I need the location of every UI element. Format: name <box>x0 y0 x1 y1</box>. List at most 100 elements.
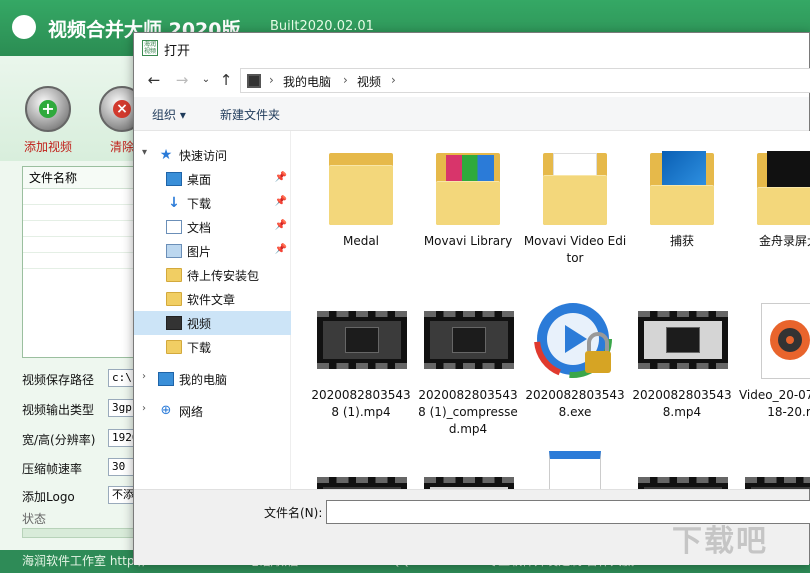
sidebar-item-label: 文档 <box>187 221 212 235</box>
pin-icon: 📌 <box>274 196 287 207</box>
progress-bar <box>22 528 142 538</box>
list-item <box>23 221 141 237</box>
chevron-right-icon[interactable]: › <box>142 371 146 382</box>
file-item-jinzhou-recorder[interactable]: 金舟录屏大 <box>737 145 810 250</box>
dialog-titlebar: 海润 视频 打开 <box>134 33 809 63</box>
logo-label: 添加Logo <box>22 490 75 504</box>
chevron-down-icon[interactable]: ▾ <box>142 147 147 158</box>
sidebar-item-documents[interactable]: 文档 📌 <box>134 215 291 239</box>
list-item[interactable] <box>630 465 734 489</box>
open-file-dialog: 海润 视频 打开 ← → ⌄ ↑ › 我的电脑 › 视频 › 组织 ▾ 新建文件… <box>133 32 810 565</box>
list-item[interactable] <box>416 465 520 489</box>
file-item-capture[interactable]: 捕获 <box>630 145 734 250</box>
breadcrumb-separator-icon: › <box>391 73 396 87</box>
resolution-label: 宽/高(分辨率) <box>22 433 96 447</box>
back-arrow-icon[interactable]: ← <box>144 70 164 90</box>
filename-label: 文件名(N): <box>264 506 323 520</box>
add-video-button[interactable]: + 添加视频 <box>18 86 78 155</box>
navigation-bar: ← → ⌄ ↑ › 我的电脑 › 视频 › <box>134 63 810 97</box>
file-item-video-recording[interactable]: Video_20-07_16-18-20.r <box>737 299 810 421</box>
file-name: Medal <box>342 234 380 248</box>
sidebar-item-quick-access[interactable]: ▾ ★ 快速访问 <box>134 143 291 167</box>
app-icon: 海润 视频 <box>142 40 158 56</box>
site-watermark: 下载吧 <box>672 524 768 559</box>
forward-arrow-icon[interactable]: → <box>172 70 192 90</box>
file-name: Video_20-07_16-18-20.r <box>738 388 810 419</box>
file-name: 20200828035438 (1)_compressed.mp4 <box>418 388 518 436</box>
video-thumbnail <box>636 465 728 489</box>
file-item-movavi-video-editor[interactable]: Movavi Video Editor <box>523 145 627 267</box>
breadcrumb-videos[interactable]: 视频 <box>357 73 381 90</box>
sidebar-item-label: 快速访问 <box>179 149 228 163</box>
sidebar-item-label: 图片 <box>187 245 212 259</box>
film-reel-add-icon: + <box>25 86 71 132</box>
sidebar-item-desktop[interactable]: 桌面 📌 <box>134 167 291 191</box>
folder-icon <box>166 268 182 282</box>
up-arrow-icon[interactable]: ↑ <box>216 70 236 90</box>
recent-chevron-down-icon[interactable]: ⌄ <box>196 70 216 90</box>
sidebar-item-pending-uploads[interactable]: 待上传安装包 <box>134 263 291 287</box>
file-name: 金舟录屏大 <box>758 234 810 248</box>
folder-icon <box>315 145 407 229</box>
file-list-header: 文件名称 <box>23 167 141 189</box>
sidebar-item-label: 下载 <box>187 341 212 355</box>
list-item[interactable] <box>737 465 810 489</box>
new-folder-button[interactable]: 新建文件夹 <box>220 106 280 123</box>
file-item-movavi-library[interactable]: Movavi Library <box>416 145 520 250</box>
sidebar-item-my-computer[interactable]: › 我的电脑 <box>134 367 291 391</box>
list-item <box>23 253 141 269</box>
download-icon: ↓ <box>168 195 180 211</box>
folder-icon <box>166 292 182 306</box>
video-thumbnail <box>636 299 728 383</box>
sidebar-item-downloads-folder[interactable]: 下载 <box>134 335 291 359</box>
file-list[interactable]: 文件名称 <box>22 166 142 358</box>
sidebar-item-network[interactable]: › ⊕ 网络 <box>134 399 291 423</box>
dialog-title: 打开 <box>164 44 191 59</box>
pin-icon: 📌 <box>274 244 287 255</box>
pin-icon: 📌 <box>274 220 287 231</box>
installer-icon <box>529 451 621 489</box>
organize-button[interactable]: 组织 ▾ <box>152 106 186 123</box>
breadcrumb-my-computer[interactable]: 我的电脑 <box>283 73 331 90</box>
add-video-label: 添加视频 <box>23 140 72 154</box>
video-thumbnail <box>315 299 407 383</box>
video-folder-icon <box>166 316 182 330</box>
list-item <box>23 205 141 221</box>
frame-rate-label: 压缩帧速率 <box>22 462 83 476</box>
sidebar-item-videos[interactable]: 视频 <box>134 311 291 335</box>
list-item[interactable] <box>309 465 413 489</box>
list-item[interactable] <box>523 451 627 489</box>
video-thumbnail <box>422 465 514 489</box>
status-label: 状态 <box>22 512 47 526</box>
output-type-label: 视频输出类型 <box>22 403 95 417</box>
video-thumbnail <box>422 299 514 383</box>
option-save-path: 视频保存路径 c:\ <box>22 369 148 389</box>
pictures-icon <box>166 244 182 258</box>
save-path-label: 视频保存路径 <box>22 373 95 387</box>
option-resolution: 宽/高(分辨率) 1920 <box>22 429 148 449</box>
file-name: 20200828035438.mp4 <box>632 388 732 419</box>
file-item-video-mp4[interactable]: 20200828035438.mp4 <box>630 299 734 421</box>
sidebar-item-downloads[interactable]: ↓ 下载 📌 <box>134 191 291 215</box>
file-item-exe[interactable]: 20200828035438.exe <box>523 299 627 421</box>
navigation-pane: ▾ ★ 快速访问 桌面 📌 ↓ 下载 📌 文档 📌 图片 📌 待上传安装包 软件… <box>134 131 291 489</box>
file-name: Movavi Library <box>423 234 513 248</box>
folder-icon <box>529 145 621 229</box>
file-name: 20200828035438 (1).mp4 <box>311 388 411 419</box>
video-thumbnail <box>315 465 407 489</box>
folder-icon <box>166 340 182 354</box>
sidebar-item-software-articles[interactable]: 软件文章 <box>134 287 291 311</box>
pin-icon: 📌 <box>274 172 287 183</box>
chevron-right-icon[interactable]: › <box>142 403 146 414</box>
star-icon: ★ <box>159 147 173 163</box>
list-item <box>23 237 141 253</box>
file-name: 20200828035438.exe <box>525 388 625 419</box>
file-item-medal[interactable]: Medal <box>309 145 413 250</box>
documents-icon <box>166 220 182 234</box>
address-bar[interactable]: › 我的电脑 › 视频 › <box>240 68 810 93</box>
file-item-video-1-compressed[interactable]: 20200828035438 (1)_compressed.mp4 <box>416 299 520 438</box>
video-library-icon <box>247 74 261 88</box>
breadcrumb-separator-icon: › <box>343 73 348 87</box>
file-item-video-1[interactable]: 20200828035438 (1).mp4 <box>309 299 413 421</box>
sidebar-item-pictures[interactable]: 图片 📌 <box>134 239 291 263</box>
